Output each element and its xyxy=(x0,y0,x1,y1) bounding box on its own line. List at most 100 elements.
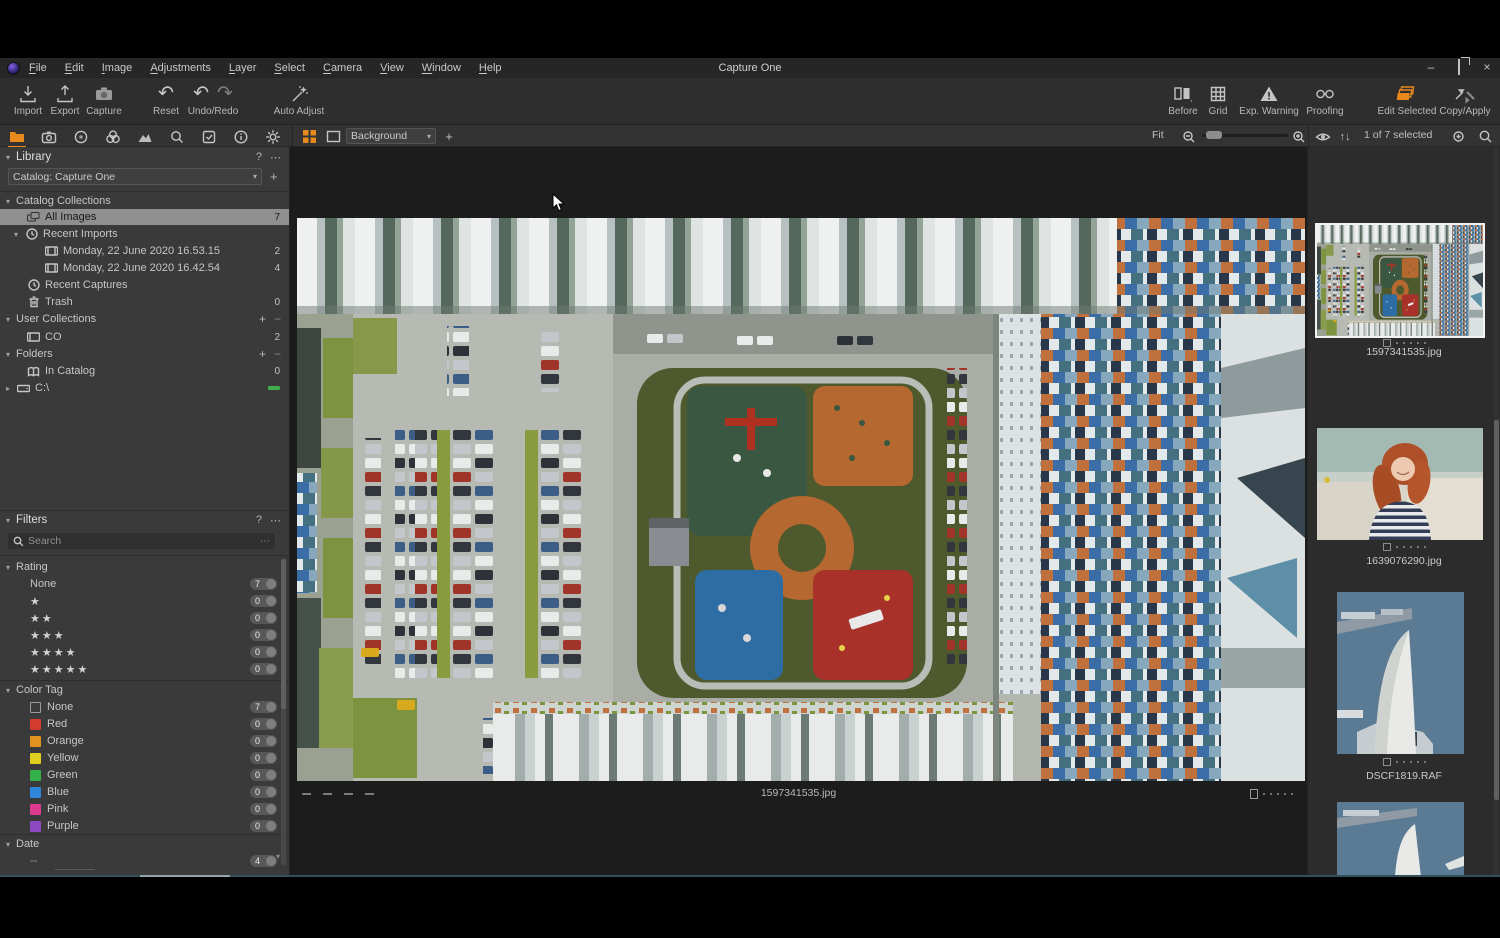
details-tab[interactable] xyxy=(168,128,186,145)
lens-tab[interactable] xyxy=(72,128,90,145)
tree-item-recent-captures[interactable]: Recent Captures xyxy=(0,277,289,293)
search-input[interactable] xyxy=(28,535,260,547)
redo-icon[interactable]: ↷ xyxy=(217,83,233,105)
filter-toggle[interactable]: 0 xyxy=(250,646,277,658)
export-button[interactable]: Export xyxy=(46,82,84,117)
color-filter-purple[interactable]: Purple 0 xyxy=(0,818,289,834)
tree-item-import-session-2[interactable]: Monday, 22 June 2020 16.42.54 4 xyxy=(0,260,289,276)
filter-toggle[interactable]: 0 xyxy=(250,718,277,730)
filter-toggle[interactable]: 0 xyxy=(250,803,277,815)
rating-filter-none[interactable]: None 7 xyxy=(0,576,289,592)
menu-image[interactable]: Image xyxy=(93,62,142,74)
settings-tab[interactable] xyxy=(264,128,282,145)
user-collections-header[interactable]: ▾ User Collections + − xyxy=(0,311,289,327)
filter-toggle[interactable]: 0 xyxy=(250,612,277,624)
undo-icon[interactable]: ↶ xyxy=(193,83,209,105)
scroll-down-icon[interactable]: ▾ xyxy=(276,852,280,861)
filters-scrollbar-thumb[interactable] xyxy=(281,559,286,709)
rating-filter-3-stars[interactable]: ★★★ 0 xyxy=(0,627,289,643)
filter-toggle[interactable]: 7 xyxy=(250,578,277,590)
capture-button[interactable]: Capture xyxy=(82,82,126,117)
undo-redo-button[interactable]: ↶ ↷ Undo/Redo xyxy=(184,82,242,117)
adjustments-tab[interactable] xyxy=(200,128,218,145)
search-icon[interactable] xyxy=(1476,128,1494,145)
date-section-header[interactable]: ▾ Date xyxy=(0,836,289,852)
menu-help[interactable]: Help xyxy=(470,62,511,74)
rating-filter-5-stars[interactable]: ★★★★★ 0 xyxy=(0,661,289,677)
tree-item-recent-imports[interactable]: ▾ Recent Imports xyxy=(0,226,289,242)
more-options-icon[interactable]: ⋯ xyxy=(270,514,281,527)
rating-filter-2-stars[interactable]: ★★ 0 xyxy=(0,610,289,626)
grid-view-icon[interactable] xyxy=(300,128,318,145)
filter-toggle[interactable]: 0 xyxy=(250,735,277,747)
fit-select[interactable]: Fit xyxy=(1152,129,1164,141)
menu-file[interactable]: File xyxy=(20,62,56,74)
color-filter-pink[interactable]: Pink 0 xyxy=(0,801,289,817)
background-select[interactable]: Background ▾ xyxy=(346,128,436,144)
tree-item-co[interactable]: CO 2 xyxy=(0,329,289,345)
zoom-thumbs-icon[interactable] xyxy=(1450,128,1468,145)
menu-select[interactable]: Select xyxy=(265,62,314,74)
eye-icon[interactable] xyxy=(1314,128,1332,145)
zoom-out-icon[interactable] xyxy=(1180,128,1198,145)
filters-search-box[interactable]: ⋯ xyxy=(8,533,275,549)
filter-toggle[interactable]: 0 xyxy=(250,752,277,764)
menu-camera[interactable]: Camera xyxy=(314,62,371,74)
menu-adjustments[interactable]: Adjustments xyxy=(141,62,220,74)
tree-item-c-drive[interactable]: ▸ C:\ xyxy=(0,380,289,396)
tree-item-all-images[interactable]: All Images 7 xyxy=(0,209,289,225)
filter-toggle[interactable]: 0 xyxy=(250,786,277,798)
sort-icon[interactable]: ↑↓ xyxy=(1336,128,1354,145)
thumbnail-2[interactable] xyxy=(1317,428,1483,540)
catalog-select[interactable]: Catalog: Capture One ▾ xyxy=(8,168,262,185)
search-options-icon[interactable]: ⋯ xyxy=(260,536,270,547)
color-filter-orange[interactable]: Orange 0 xyxy=(0,733,289,749)
add-catalog-button[interactable]: + xyxy=(270,169,278,184)
color-tag-section-header[interactable]: ▾ Color Tag xyxy=(0,682,289,698)
date-filter-row[interactable]: -- 4 xyxy=(0,853,289,869)
filter-toggle[interactable]: 0 xyxy=(250,595,277,607)
thumbnail-3[interactable] xyxy=(1337,592,1464,754)
filter-toggle[interactable]: 0 xyxy=(250,820,277,832)
close-button[interactable]: × xyxy=(1480,60,1494,74)
color-filter-none[interactable]: None 7 xyxy=(0,699,289,715)
menu-layer[interactable]: Layer xyxy=(220,62,266,74)
filter-toggle[interactable]: 0 xyxy=(250,629,277,641)
exposure-warning-button[interactable]: Exp. Warning xyxy=(1236,82,1302,117)
proofing-button[interactable]: Proofing xyxy=(1302,82,1348,117)
filter-toggle[interactable]: 7 xyxy=(250,701,277,713)
remove-folder-button[interactable]: − xyxy=(274,349,281,359)
thumbnail-4[interactable] xyxy=(1337,802,1464,877)
color-filter-yellow[interactable]: Yellow 0 xyxy=(0,750,289,766)
minimize-button[interactable]: – xyxy=(1424,60,1438,74)
rating-section-header[interactable]: ▾ Rating xyxy=(0,559,289,575)
single-view-icon[interactable] xyxy=(324,128,342,145)
restore-button[interactable] xyxy=(1452,60,1466,74)
before-button[interactable]: Before xyxy=(1164,82,1202,117)
library-tab[interactable] xyxy=(8,128,26,145)
thumbnail-1[interactable] xyxy=(1317,225,1483,336)
zoom-slider-handle[interactable] xyxy=(1206,131,1222,139)
filter-toggle[interactable]: 4 xyxy=(250,855,277,867)
capture-tab[interactable] xyxy=(40,128,58,145)
color-filter-green[interactable]: Green 0 xyxy=(0,767,289,783)
filters-panel-header[interactable]: ▾ Filters ? ⋯ xyxy=(0,512,289,528)
auto-adjust-button[interactable]: Auto Adjust xyxy=(270,82,328,117)
add-folder-button[interactable]: + xyxy=(259,349,266,359)
color-tab[interactable] xyxy=(104,128,122,145)
color-filter-blue[interactable]: Blue 0 xyxy=(0,784,289,800)
edit-selected-button[interactable]: Edit Selected xyxy=(1372,82,1442,117)
browser-scrollbar-thumb[interactable] xyxy=(1494,420,1499,800)
rating-filter-1-star[interactable]: ★ 0 xyxy=(0,593,289,609)
main-photo[interactable] xyxy=(297,218,1305,781)
zoom-in-icon[interactable] xyxy=(1290,128,1308,145)
tree-item-import-session-1[interactable]: Monday, 22 June 2020 16.53.15 2 xyxy=(0,243,289,259)
tree-item-in-catalog[interactable]: In Catalog 0 xyxy=(0,363,289,379)
catalog-collections-header[interactable]: ▾ Catalog Collections xyxy=(0,193,289,209)
viewer-rating-strip[interactable] xyxy=(1250,789,1293,799)
help-icon[interactable]: ? xyxy=(256,151,262,163)
metadata-tab[interactable] xyxy=(232,128,250,145)
filter-toggle[interactable]: 0 xyxy=(250,769,277,781)
folders-header[interactable]: ▾ Folders + − xyxy=(0,346,289,362)
menu-view[interactable]: View xyxy=(371,62,413,74)
